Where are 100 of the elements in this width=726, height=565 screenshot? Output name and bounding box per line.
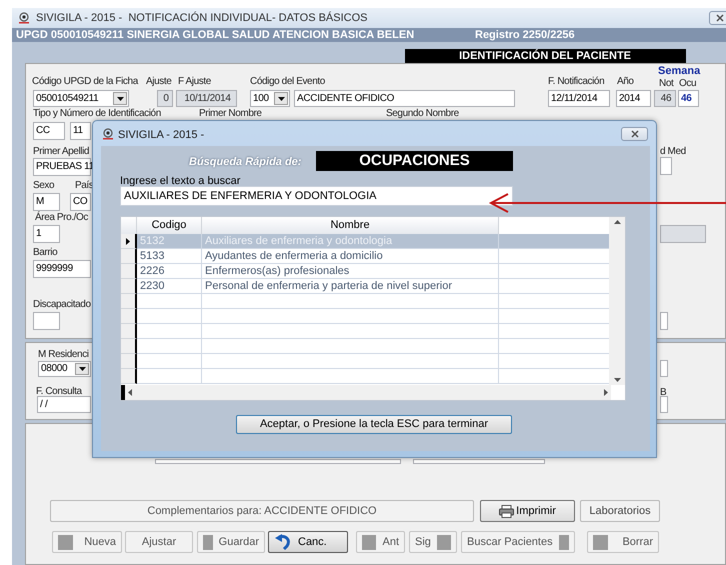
row-selector[interactable] (121, 294, 137, 309)
printer-icon (499, 504, 514, 518)
input-field[interactable]: 0 (157, 90, 173, 107)
input-field[interactable]: 11 (70, 122, 91, 140)
input-field[interactable]: CO (70, 193, 91, 211)
horizontal-scrollbar[interactable] (121, 385, 611, 400)
table-cell (137, 369, 202, 384)
input-field[interactable] (660, 312, 668, 330)
toolbar-button[interactable]: Sig (409, 531, 457, 553)
scroll-left-icon[interactable] (128, 389, 132, 396)
field-label: Ocu (679, 78, 696, 90)
search-field[interactable]: AUXILIARES DE ENFERMERIA Y ODONTOLOGIA (120, 186, 513, 206)
input-field[interactable] (33, 312, 60, 330)
square-icon (558, 534, 569, 550)
toolbar-button[interactable]: Ajustar (125, 531, 193, 553)
square-icon (58, 534, 73, 550)
input-field[interactable]: ACCIDENTE OFIDICO (294, 90, 515, 107)
toolbar-button[interactable]: Borrar (587, 531, 659, 553)
input-field[interactable]: 12/11/2014 (548, 90, 610, 107)
row-selector[interactable] (121, 249, 137, 264)
row-selector[interactable] (121, 369, 137, 384)
toolbar-button[interactable]: Canc. (268, 531, 348, 553)
undo-icon (274, 534, 292, 550)
field-label: Tipo y Número de Identificación (33, 108, 161, 120)
scroll-down-icon[interactable] (614, 378, 620, 382)
field-label: Primer Nombre (199, 108, 262, 120)
field-label: F. Consulta (36, 386, 82, 398)
square-icon (593, 534, 608, 550)
dropdown-field[interactable]: 050010549211 (33, 90, 129, 107)
square-icon (436, 534, 451, 550)
search-target-title: OCUPACIONES (316, 151, 513, 171)
scroll-right-icon[interactable] (604, 389, 608, 396)
input-field[interactable]: M (33, 193, 60, 211)
search-prompt: Ingrese el texto a buscar (120, 174, 240, 189)
section-title: IDENTIFICACIÓN DEL PACIENTE (405, 49, 686, 63)
column-header[interactable]: Codigo (137, 217, 202, 234)
close-button[interactable] (621, 127, 648, 141)
square-icon (362, 534, 376, 550)
upgd-header: UPGD 050010549211 SINERGIA GLOBAL SALUD ATENCION BASICA BELEN (16, 28, 414, 43)
app-logo-icon (102, 128, 114, 140)
dialog-title: SIVIGILA - 2015 - (118, 128, 204, 143)
toolbar-button[interactable]: Nueva (52, 531, 122, 553)
field-label: Sexo (33, 180, 54, 192)
input-field[interactable]: CC (33, 122, 65, 140)
field-label: F. Notificación (548, 76, 604, 88)
input-field[interactable]: 2014 (616, 90, 651, 107)
record-counter: Registro 2250/2256 (475, 28, 575, 43)
field-label: Semana (658, 65, 700, 77)
field-label: M Residenci (38, 349, 89, 361)
toolbar-button[interactable]: Ant (356, 531, 405, 553)
row-selector[interactable] (121, 309, 137, 324)
row-selector[interactable] (121, 234, 137, 249)
field-label: Ajuste (146, 76, 172, 88)
close-icon[interactable] (716, 14, 724, 22)
input-field[interactable]: 10/11/2014 (176, 90, 237, 107)
field-label: Segundo Nombre (386, 108, 459, 120)
table-row[interactable]: 2230 Personal de enfermeria y parteria de nivel superior (121, 279, 611, 294)
scroll-up-icon[interactable] (614, 220, 620, 224)
field-label: Área Pro./Oc (35, 212, 88, 224)
close-button[interactable] (709, 11, 726, 25)
field-label: Año (617, 76, 634, 88)
row-selector[interactable] (121, 354, 137, 369)
input-field[interactable]: 1 (33, 225, 60, 243)
field-label: d Med (660, 146, 686, 158)
square-icon (203, 534, 213, 550)
table-row[interactable]: 2226 Enfermeros(as) profesionales (121, 264, 611, 279)
row-selector[interactable] (121, 264, 137, 279)
vertical-scrollbar[interactable] (609, 217, 625, 385)
field-label: Barrio (33, 247, 58, 259)
row-pointer-icon (126, 238, 130, 244)
input-field[interactable] (155, 459, 401, 464)
input-field[interactable] (660, 360, 668, 377)
row-selector[interactable] (121, 324, 137, 339)
field-label: Código del Evento (250, 76, 325, 88)
accept-button[interactable]: Aceptar, o Presione la tecla ESC para terminar (236, 415, 512, 434)
table-row[interactable]: 5133 Ayudantes de enfermeria a domicilio (121, 249, 611, 264)
field-label: Not (659, 78, 674, 90)
input-field[interactable]: 9999999 (33, 260, 91, 278)
print-button[interactable]: Imprimir (480, 500, 575, 522)
toolbar-button[interactable]: Guardar (197, 531, 265, 553)
complementary-button[interactable]: Complementarios para: ACCIDENTE OFIDICO (50, 500, 474, 522)
input-field[interactable]: 46 (654, 90, 676, 107)
field-label: B (660, 387, 666, 399)
row-selector[interactable] (121, 339, 137, 354)
dropdown-field[interactable]: 08000 (38, 361, 91, 377)
column-header[interactable]: Nombre (202, 217, 499, 234)
field-label: F Ajuste (178, 76, 211, 88)
input-field[interactable] (413, 459, 545, 464)
input-field[interactable]: 46 (678, 90, 699, 107)
field-label: Código UPGD de la Ficha (32, 76, 138, 88)
toolbar-button[interactable]: Buscar Pacientes (461, 531, 575, 553)
input-field[interactable] (660, 396, 668, 413)
row-selector[interactable] (121, 279, 137, 294)
app-logo-icon (18, 12, 30, 24)
close-icon[interactable] (630, 130, 638, 138)
dropdown-field[interactable]: 100 (250, 90, 290, 107)
input-field[interactable] (660, 157, 672, 175)
input-field[interactable]: / / (37, 396, 91, 413)
labs-button[interactable]: Laboratorios (580, 500, 660, 522)
input-field[interactable] (660, 225, 706, 243)
